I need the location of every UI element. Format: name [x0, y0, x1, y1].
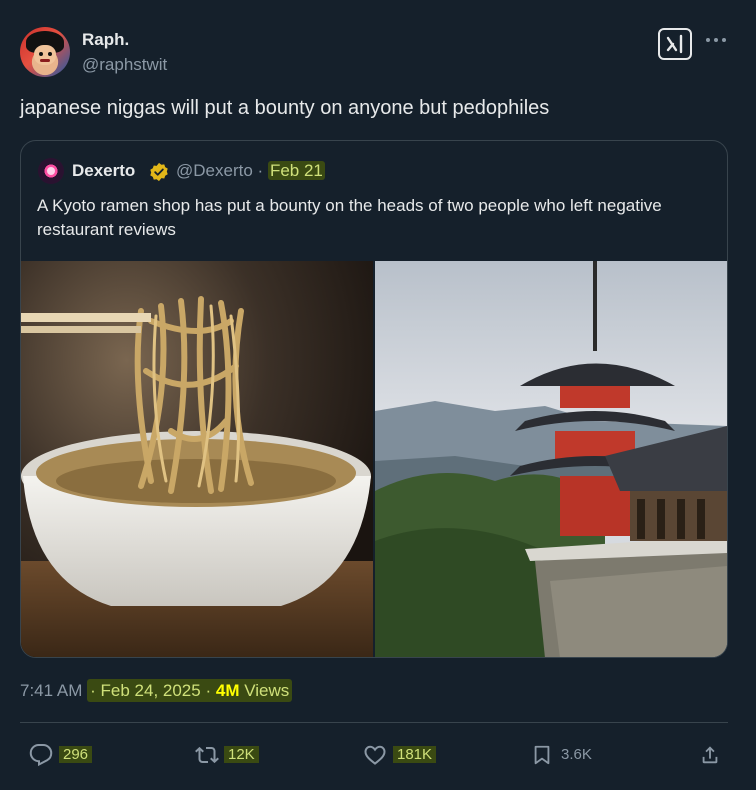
tweet-time[interactable]: 7:41 AM [20, 681, 82, 700]
like-count: 181K [393, 746, 437, 763]
quoted-date[interactable]: Feb 21 [267, 161, 325, 180]
more-icon[interactable] [706, 34, 728, 48]
views-count: 4M [215, 681, 240, 700]
tweet-meta: 7:41 AM · Feb 24, 2025 · 4M Views [20, 679, 293, 702]
bookmark-icon [534, 745, 550, 765]
quoted-display-name[interactable]: Dexerto [72, 161, 135, 181]
divider [20, 722, 728, 723]
heart-icon [364, 745, 386, 765]
kyoto-pagoda-photo[interactable] [375, 261, 727, 657]
views-label: Views [244, 681, 290, 700]
grok-button[interactable] [658, 28, 692, 60]
reply-icon [29, 744, 53, 767]
quoted-text: A Kyoto ramen shop has put a bounty on t… [37, 196, 662, 239]
tweet-text: japanese niggas will put a bounty on any… [20, 97, 550, 119]
ramen-noodles-photo[interactable] [21, 261, 373, 657]
quoted-handle-line: @Dexerto · Feb 21 [176, 161, 325, 181]
separator: · [90, 681, 96, 700]
author-display-name[interactable]: Raph. [82, 30, 129, 50]
quoted-avatar[interactable] [38, 158, 64, 184]
bookmark-count: 3.6K [561, 746, 592, 763]
grok-icon [666, 34, 683, 54]
author-handle[interactable]: @raphstwit [82, 55, 167, 75]
author-avatar[interactable] [20, 27, 70, 77]
quoted-handle[interactable]: @Dexerto [176, 161, 253, 180]
reply-count: 296 [59, 746, 93, 763]
separator: · [257, 161, 264, 180]
share-icon [702, 746, 718, 764]
tweet: Raph. @raphstwit japanese niggas will pu… [0, 0, 756, 790]
separator: · [205, 681, 212, 700]
quoted-media[interactable] [21, 261, 727, 657]
repost-count: 12K [224, 746, 259, 763]
repost-icon [195, 746, 219, 764]
tweet-date[interactable]: Feb 24, 2025 [101, 681, 201, 700]
verified-badge-icon [150, 162, 168, 182]
quoted-tweet[interactable]: Dexerto @Dexerto · Feb 21 A Kyoto ramen … [20, 140, 728, 658]
